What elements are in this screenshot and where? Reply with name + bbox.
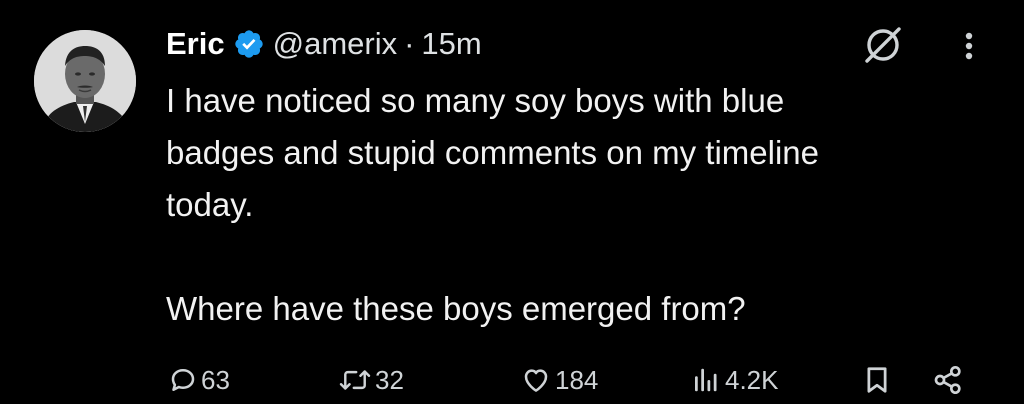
tweet-header: Eric @amerix · 15m bbox=[166, 22, 482, 66]
retweet-count: 32 bbox=[375, 364, 404, 395]
bookmark-button[interactable] bbox=[862, 358, 892, 402]
author-handle[interactable]: @amerix bbox=[273, 26, 397, 62]
more-options-icon[interactable] bbox=[957, 24, 981, 68]
reply-count: 63 bbox=[201, 364, 230, 395]
grok-icon[interactable] bbox=[862, 24, 904, 66]
timestamp[interactable]: 15m bbox=[421, 26, 481, 62]
separator-dot: · bbox=[404, 26, 415, 61]
views-chart-icon bbox=[695, 368, 717, 392]
view-count: 4.2K bbox=[725, 364, 779, 395]
tweet-card[interactable]: Eric @amerix · 15m I have noticed so man… bbox=[0, 0, 1024, 404]
views-button[interactable]: 4.2K bbox=[688, 358, 779, 402]
like-count: 184 bbox=[555, 364, 599, 395]
verified-badge-icon[interactable] bbox=[233, 28, 265, 60]
like-button[interactable]: 184 bbox=[520, 358, 598, 402]
retweet-button[interactable]: 32 bbox=[338, 358, 404, 402]
display-name[interactable]: Eric bbox=[166, 26, 225, 62]
avatar[interactable] bbox=[34, 30, 136, 132]
reply-icon bbox=[171, 369, 195, 391]
bookmark-icon bbox=[867, 367, 887, 393]
reply-button[interactable]: 63 bbox=[168, 358, 230, 402]
share-button[interactable] bbox=[932, 358, 964, 402]
tweet-text: I have noticed so many soy boys with blu… bbox=[166, 82, 820, 327]
share-icon bbox=[934, 366, 961, 394]
heart-icon bbox=[524, 369, 548, 392]
retweet-icon bbox=[339, 370, 371, 390]
action-bar: 63 32 184 4.2K bbox=[0, 358, 1024, 402]
